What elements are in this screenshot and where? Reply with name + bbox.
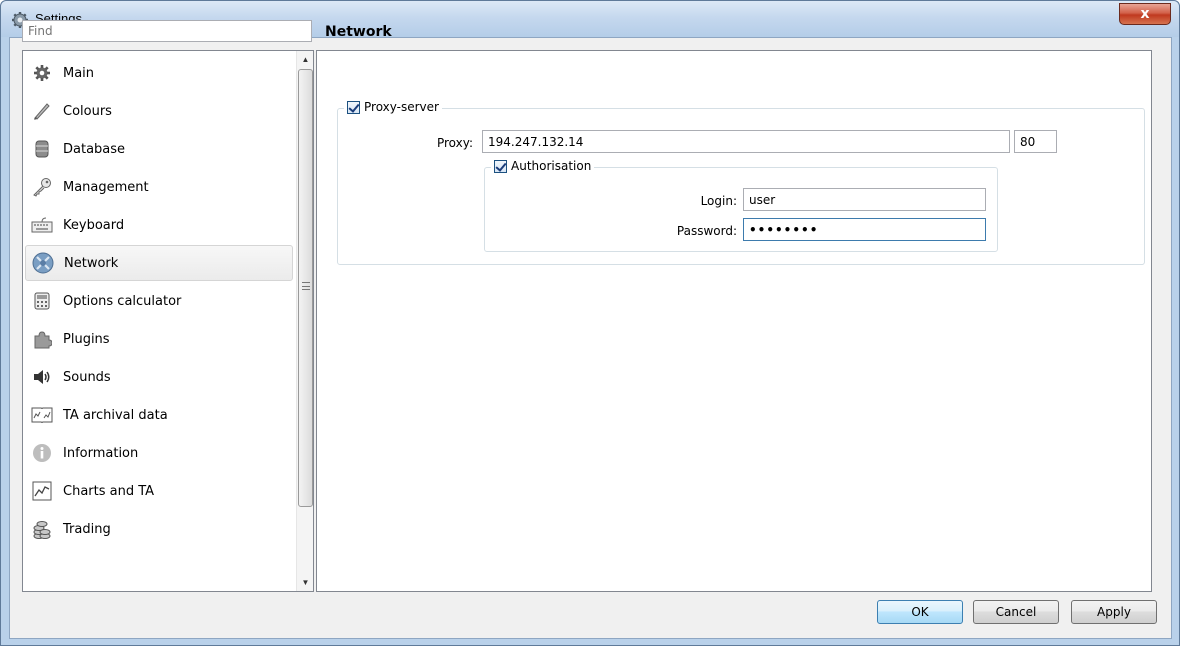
sidebar-item-label: Keyboard [63,217,125,233]
sidebar-item-sounds[interactable]: Sounds [25,359,293,395]
page-title: Network [325,24,392,40]
login-label: Login: [700,194,737,208]
scroll-thumb[interactable] [298,69,313,507]
network-icon [32,252,54,274]
apply-button[interactable]: Apply [1071,600,1157,624]
sidebar-item-keyboard[interactable]: Keyboard [25,207,293,243]
proxy-server-legend: Proxy-server [344,100,442,114]
sidebar-item-network[interactable]: Network [25,245,293,281]
authorisation-legend: Authorisation [491,159,595,173]
sidebar-item-label: Network [64,255,119,271]
key-icon [31,176,53,198]
sidebar-item-label: Information [63,445,139,461]
sidebar-scrollbar[interactable]: ▲ ▼ [296,51,313,591]
keyboard-icon [31,214,53,236]
sidebar-item-label: Sounds [63,369,111,385]
close-button[interactable]: x [1119,3,1171,25]
puzzle-icon [31,328,53,350]
password-field[interactable]: •••••••• [743,218,986,241]
brush-icon [31,100,53,122]
calculator-icon [31,290,53,312]
sidebar-item-label: Trading [63,521,111,537]
search-input[interactable] [22,20,312,42]
authorisation-label: Authorisation [511,159,592,173]
line-chart-icon [31,480,53,502]
sidebar-item-label: TA archival data [63,407,168,423]
proxy-server-checkbox[interactable] [347,100,360,114]
login-field[interactable]: user [743,188,986,211]
database-icon [31,138,53,160]
cancel-button[interactable]: Cancel [973,600,1059,624]
grip-icon [302,282,310,290]
sidebar-item-label: Management [63,179,149,195]
sidebar-item-options-calculator[interactable]: Options calculator [25,283,293,319]
sidebar-item-label: Charts and TA [63,483,155,499]
scroll-up-icon[interactable]: ▲ [297,51,313,68]
proxy-server-label: Proxy-server [364,100,439,114]
sidebar-item-main[interactable]: Main [25,55,293,91]
ok-button[interactable]: OK [877,600,963,624]
sidebar-item-label: Plugins [63,331,110,347]
sidebar-item-colours[interactable]: Colours [25,93,293,129]
proxy-port-field[interactable]: 80 [1014,130,1057,153]
sidebar-item-label: Database [63,141,126,157]
password-label: Password: [676,224,737,238]
sidebar-item-label: Colours [63,103,112,119]
sidebar-item-ta-archival-data[interactable]: TA archival data [25,397,293,433]
sidebar-item-management[interactable]: Management [25,169,293,205]
authorisation-checkbox[interactable] [494,159,507,173]
sidebar-item-trading[interactable]: Trading [25,511,293,547]
book-chart-icon [31,404,53,426]
settings-category-list[interactable]: Main Colours Database Management Keyboar… [22,50,314,592]
sidebar-item-charts-and-ta[interactable]: Charts and TA [25,473,293,509]
sidebar-item-plugins[interactable]: Plugins [25,321,293,357]
proxy-address-field[interactable]: 194.247.132.14 [482,130,1010,153]
info-icon [31,442,53,464]
network-settings-panel: Proxy-server Proxy: 194.247.132.14 : 80 … [316,50,1152,592]
scroll-down-icon[interactable]: ▼ [297,574,313,591]
sidebar-item-database[interactable]: Database [25,131,293,167]
speaker-icon [31,366,53,388]
sidebar-item-label: Options calculator [63,293,182,309]
coins-icon [31,518,53,540]
proxy-label: Proxy: [436,136,473,150]
sidebar-item-information[interactable]: Information [25,435,293,471]
gear-icon [31,62,53,84]
sidebar-item-label: Main [63,65,95,81]
